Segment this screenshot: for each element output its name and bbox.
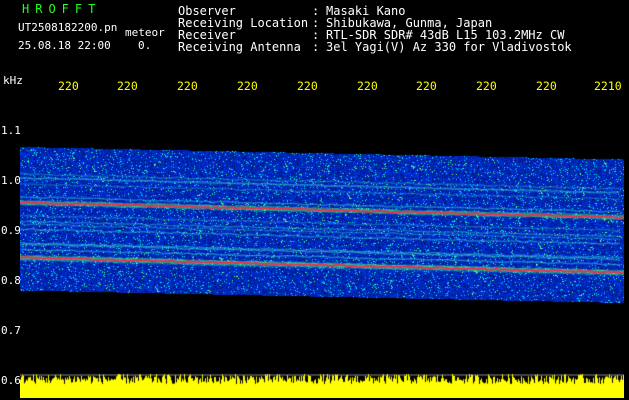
y-tick-label: 0.9 xyxy=(1,224,21,237)
timestamp-label: 25.08.18 22:00 xyxy=(18,39,111,52)
meteor-label: meteor xyxy=(125,26,165,39)
info-value-antenna: 3el Yagi(V) Az 330 for Vladivostok xyxy=(326,40,572,54)
app-brand: HROFFT xyxy=(22,2,102,16)
y-tick-label: 0.7 xyxy=(1,324,21,337)
filename-label: UT2508182200.pn xyxy=(18,21,118,34)
y-tick-label: 0.8 xyxy=(1,274,21,287)
info-colon: : xyxy=(312,40,320,54)
y-tick-label: 1.0 xyxy=(1,174,21,187)
y-tick-label: 1.1 xyxy=(1,124,21,137)
spectrogram-canvas xyxy=(20,72,624,398)
info-label-antenna: Receiving Antenna xyxy=(178,40,301,54)
y-tick-label: 0.6 xyxy=(1,374,21,387)
meteor-counter: 0. xyxy=(138,39,152,52)
